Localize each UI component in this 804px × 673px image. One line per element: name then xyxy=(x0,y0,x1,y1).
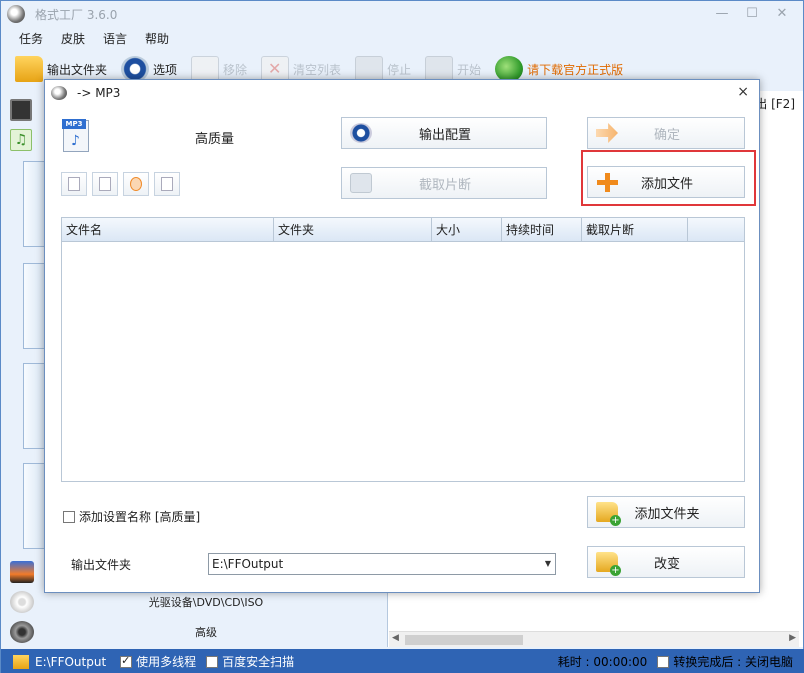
dialog-title: -> MP3 xyxy=(77,86,121,100)
folder-icon xyxy=(13,654,29,669)
picture-icon xyxy=(10,561,34,583)
gear-icon xyxy=(350,123,372,143)
dialog-close-button[interactable]: × xyxy=(737,84,749,100)
add-folder-button[interactable]: 添加文件夹 xyxy=(587,496,745,528)
delete-doc-icon xyxy=(99,177,111,191)
maximize-button[interactable]: ☐ xyxy=(737,4,767,24)
advanced-label: 高级 xyxy=(195,626,217,639)
dialog-title-bar: -> MP3 × xyxy=(45,80,759,106)
app-logo-icon xyxy=(7,5,25,23)
output-folder-select[interactable]: E:\FFOutput ▼ xyxy=(208,553,556,575)
table-header: 文件名 文件夹 大小 持续时间 截取片断 xyxy=(62,218,744,242)
scroll-left-icon[interactable]: ◀ xyxy=(392,633,399,643)
clip-button[interactable]: 截取片断 xyxy=(341,167,547,199)
quality-label: 高质量 xyxy=(195,132,235,147)
menu-skin[interactable]: 皮肤 xyxy=(61,30,85,47)
menu-help[interactable]: 帮助 xyxy=(145,30,169,47)
change-label: 改变 xyxy=(653,556,680,572)
close-button[interactable]: ✕ xyxy=(767,4,797,24)
after-done-label: 转换完成后 : 关闭电脑 xyxy=(673,655,793,669)
video-category-icon[interactable] xyxy=(10,99,32,121)
output-config-label: 输出配置 xyxy=(418,127,471,143)
start-label: 开始 xyxy=(457,62,482,77)
col-duration[interactable]: 持续时间 xyxy=(502,218,582,242)
folder-icon xyxy=(15,56,43,82)
arrow-right-icon xyxy=(596,123,618,143)
remove-item-button[interactable] xyxy=(61,172,87,196)
col-folder[interactable]: 文件夹 xyxy=(274,218,432,242)
download-label: 请下载官方正式版 xyxy=(527,62,624,77)
title-bar: 格式工厂 3.6.0 — ☐ ✕ xyxy=(1,1,803,27)
remove-doc-icon xyxy=(68,177,80,191)
status-folder[interactable]: E:\FFOutput xyxy=(35,655,106,669)
menu-bar: 任务 皮肤 语言 帮助 xyxy=(1,27,169,49)
scroll-right-icon[interactable]: ▶ xyxy=(789,633,796,643)
menu-task[interactable]: 任务 xyxy=(19,30,43,47)
mp3-dialog: -> MP3 × MP3 ♪ 高质量 输出配置 确定 截取片断 添加文件 文件名… xyxy=(44,79,760,593)
add-setting-name-row[interactable]: 添加设置名称 [高质量] xyxy=(63,508,200,525)
output-folder-value: E:\FFOutput xyxy=(212,557,284,571)
clear-list-label: 清空列表 xyxy=(293,62,342,77)
highlight-box xyxy=(581,150,756,206)
category-icons: ♫ xyxy=(7,95,35,159)
remove-label: 移除 xyxy=(223,62,248,77)
options-label: 选项 xyxy=(153,62,178,77)
status-bar: E:\FFOutput 使用多线程 百度安全扫描 耗时 : 00:00:00 转… xyxy=(1,649,804,673)
change-button[interactable]: 改变 xyxy=(587,546,745,578)
dropdown-arrow-icon: ▼ xyxy=(544,559,551,568)
ok-button[interactable]: 确定 xyxy=(587,117,745,149)
baidu-scan-checkbox[interactable] xyxy=(206,655,219,668)
folder-icon xyxy=(596,552,621,576)
add-setting-name-checkbox[interactable] xyxy=(63,510,75,523)
column-header-fragment: 出 [F2] xyxy=(755,97,795,111)
optical-label: 光驱设备\DVD\CD\ISO xyxy=(148,596,264,609)
elapsed-time: 耗时 : 00:00:00 xyxy=(557,655,648,669)
file-table[interactable]: 文件名 文件夹 大小 持续时间 截取片断 xyxy=(61,217,745,482)
mp3-tag: MP3 xyxy=(62,119,86,129)
col-size[interactable]: 大小 xyxy=(432,218,502,242)
col-filename[interactable]: 文件名 xyxy=(62,218,274,242)
film-scissors-icon xyxy=(350,173,372,193)
add-setting-name-label: 添加设置名称 [高质量] xyxy=(79,510,201,524)
play-button[interactable] xyxy=(123,172,149,196)
info-button[interactable] xyxy=(154,172,180,196)
scroll-thumb[interactable] xyxy=(405,635,523,645)
output-config-button[interactable]: 输出配置 xyxy=(341,117,547,149)
output-folder-label: 输出文件夹 xyxy=(71,558,132,572)
app-title: 格式工厂 3.6.0 xyxy=(35,7,118,22)
folder-add-icon xyxy=(596,502,621,526)
col-clip[interactable]: 截取片断 xyxy=(582,218,688,242)
multithread-label: 使用多线程 xyxy=(136,655,197,669)
info-icon xyxy=(161,177,173,191)
minimize-button[interactable]: — xyxy=(707,4,737,24)
shutdown-checkbox[interactable] xyxy=(657,655,670,668)
baidu-scan-label: 百度安全扫描 xyxy=(222,655,295,669)
delete-item-button[interactable] xyxy=(92,172,118,196)
clip-label: 截取片断 xyxy=(418,177,471,193)
stop-label: 停止 xyxy=(387,62,412,77)
menu-language[interactable]: 语言 xyxy=(103,30,127,47)
audio-category-icon[interactable]: ♫ xyxy=(10,129,32,151)
output-folder-label: 输出文件夹 xyxy=(47,62,108,77)
multithread-checkbox[interactable] xyxy=(120,654,133,668)
ok-label: 确定 xyxy=(653,127,680,143)
small-button-group xyxy=(61,172,180,196)
play-icon xyxy=(130,177,142,191)
horizontal-scrollbar[interactable]: ◀ ▶ xyxy=(389,631,799,647)
add-folder-label: 添加文件夹 xyxy=(634,506,700,522)
mp3-format-icon: MP3 ♪ xyxy=(62,119,89,152)
advanced-category[interactable]: 高级 xyxy=(1,619,387,645)
app-logo-icon xyxy=(51,86,67,100)
